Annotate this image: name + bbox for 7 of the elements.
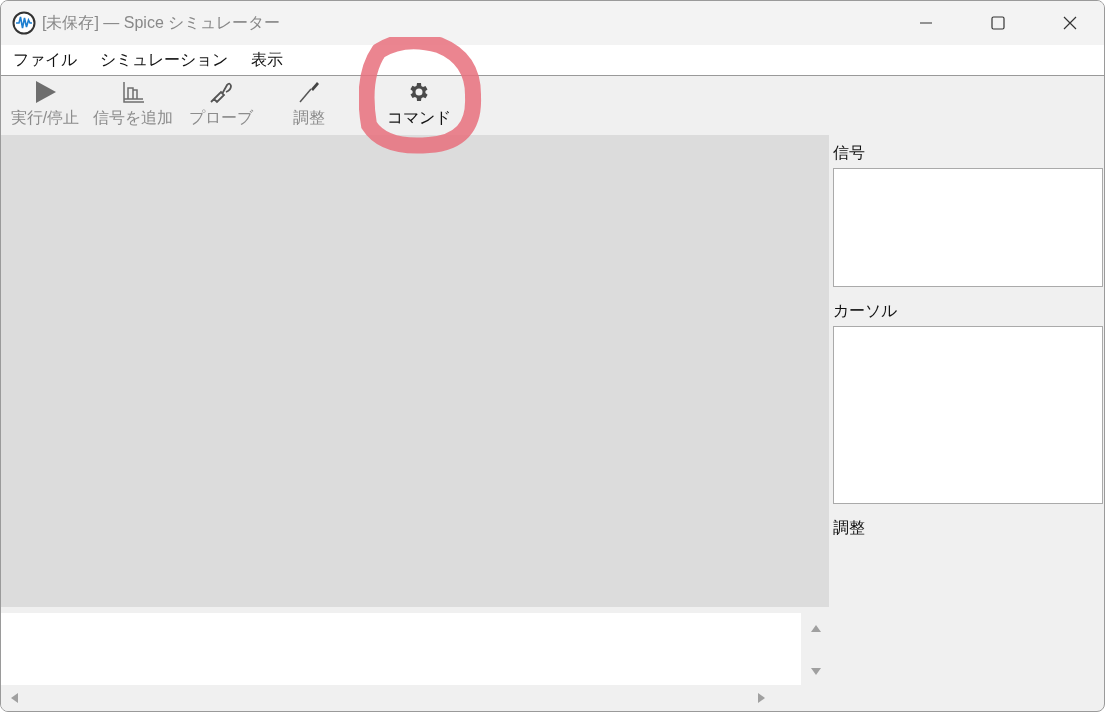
menu-item[interactable]: シミュレーション xyxy=(100,49,228,71)
window-title: [未保存] — Spice シミュレーター xyxy=(42,12,281,33)
cursors-label: カーソル xyxy=(833,301,897,321)
signals-label: 信号 xyxy=(833,143,865,163)
menu-item[interactable]: 表示 xyxy=(251,49,283,71)
menu-item[interactable]: ファイル xyxy=(13,49,77,71)
tune-label: 調整 xyxy=(833,518,865,538)
